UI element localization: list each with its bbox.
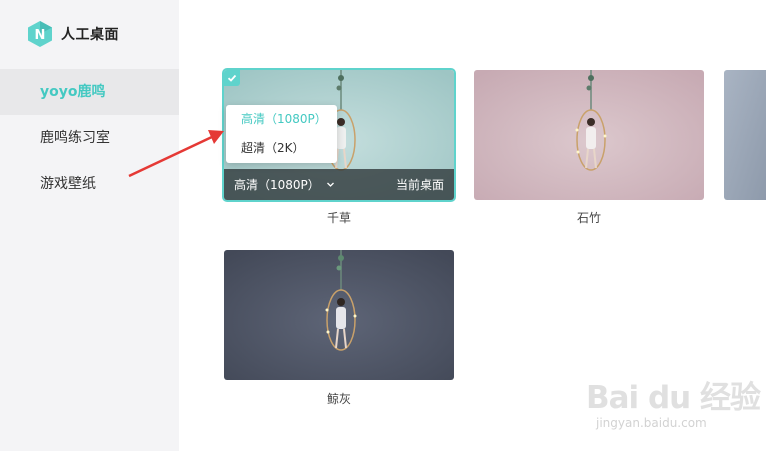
wallpaper-thumbnail [724, 70, 766, 200]
app-logo-icon: N [28, 21, 52, 47]
watermark-url: jingyan.baidu.com [596, 416, 707, 430]
wallpaper-caption: 鲸灰 [326, 392, 351, 406]
sidebar-item-game-wallpaper[interactable]: 游戏壁纸 [0, 161, 179, 207]
wallpaper-card-partial[interactable] [724, 70, 766, 200]
sidebar-item-yoyo[interactable]: yoyo鹿鸣 [0, 69, 179, 115]
watermark-logo: Bai du 经验 [586, 380, 761, 416]
watermark: Bai du 经验 jingyan.baidu.com [586, 372, 766, 442]
resolution-option-2k[interactable]: 超清（2K） [226, 134, 337, 163]
app-brand: N 人工桌面 [28, 21, 119, 47]
current-desktop-label: 当前桌面 [395, 178, 444, 192]
app-title: 人工桌面 [61, 27, 119, 43]
wallpaper-thumbnail [224, 250, 454, 380]
card-bottom-bar: 高清（1080P） 当前桌面 [224, 169, 454, 200]
resolution-select-value: 高清（1080P） [234, 178, 320, 192]
resolution-select[interactable]: 高清（1080P） [234, 176, 335, 193]
chevron-down-icon [326, 182, 334, 187]
wallpaper-thumbnail [474, 70, 704, 200]
wallpaper-card-jinghui[interactable] [224, 250, 454, 380]
sidebar: N 人工桌面 yoyo鹿鸣 鹿鸣练习室 游戏壁纸 [0, 0, 179, 451]
wallpaper-caption: 石竹 [576, 211, 601, 225]
sidebar-item-practice-room[interactable]: 鹿鸣练习室 [0, 115, 179, 161]
resolution-dropdown-menu: 高清（1080P） 超清（2K） [226, 105, 337, 163]
selected-check-badge [224, 70, 240, 86]
wallpaper-card-shizhu[interactable] [474, 70, 704, 200]
resolution-option-1080p[interactable]: 高清（1080P） [226, 105, 337, 134]
svg-text:N: N [35, 28, 46, 43]
check-icon [227, 74, 237, 82]
wallpaper-caption: 千草 [326, 211, 351, 225]
